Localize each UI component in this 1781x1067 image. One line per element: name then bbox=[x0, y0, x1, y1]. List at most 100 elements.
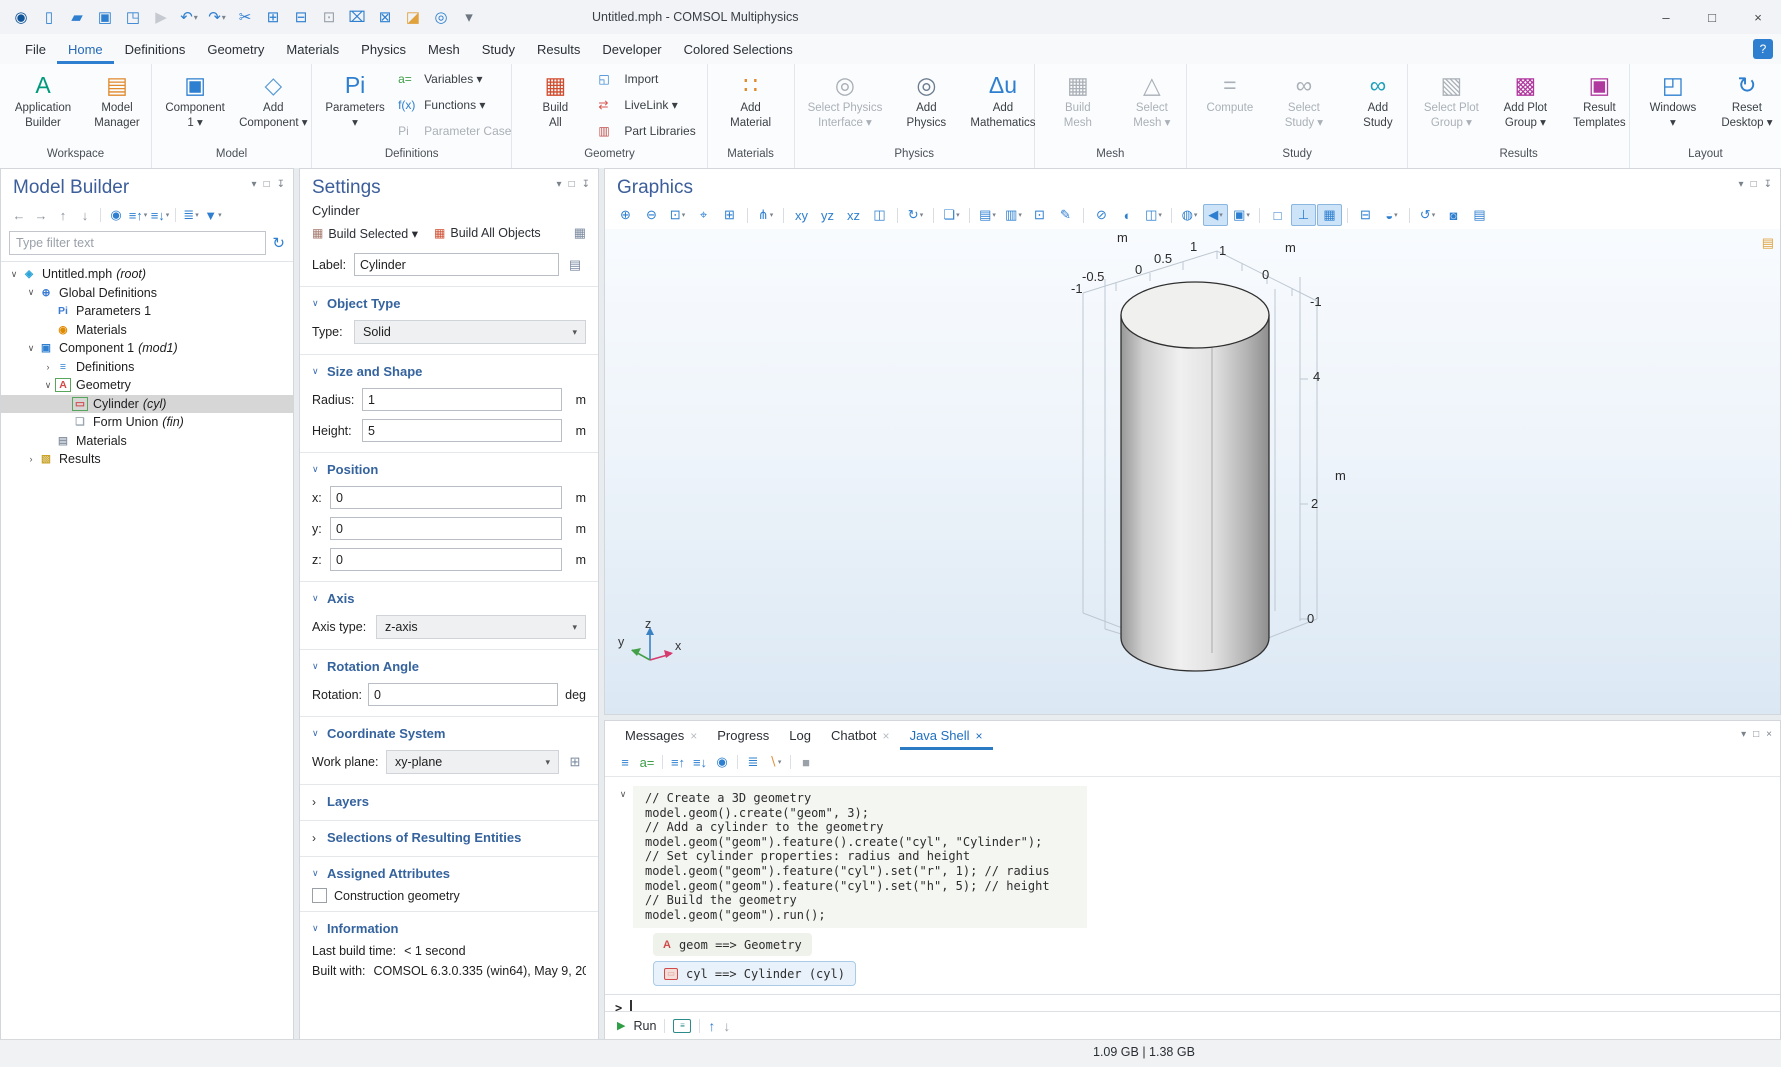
tree-item-geometry[interactable]: ∨ A Geometry bbox=[1, 376, 293, 395]
tree-item-cylinder[interactable]: ▭ Cylinder (cyl) bbox=[1, 395, 293, 414]
menu-materials[interactable]: Materials bbox=[275, 34, 350, 64]
move-up-icon[interactable]: ↑ bbox=[53, 205, 73, 225]
zoom-extents-icon[interactable]: ⌖ bbox=[691, 204, 716, 226]
tree-item-materials-component[interactable]: ▤ Materials bbox=[1, 432, 293, 451]
object-type-select[interactable]: Solid▾ bbox=[354, 320, 586, 344]
float-panel-icon[interactable]: □ bbox=[569, 179, 575, 190]
refresh-icon[interactable]: ↻ bbox=[272, 234, 285, 252]
close-button[interactable]: × bbox=[1735, 0, 1781, 34]
close-icon[interactable]: × bbox=[690, 729, 697, 743]
xy-view-icon[interactable]: xy bbox=[789, 204, 814, 226]
menu-geometry[interactable]: Geometry bbox=[196, 34, 275, 64]
parameters-button[interactable]: PiParameters ▾ bbox=[320, 66, 390, 147]
position-y-input[interactable] bbox=[330, 517, 562, 540]
tree-expander[interactable]: ∨ bbox=[24, 343, 38, 354]
run-icon[interactable]: ▶ bbox=[617, 1019, 625, 1032]
shell-prompt-row[interactable]: > bbox=[605, 994, 1780, 1011]
menu-study[interactable]: Study bbox=[471, 34, 526, 64]
minimize-button[interactable]: – bbox=[1643, 0, 1689, 34]
plot-group-icon[interactable]: ▤▾ bbox=[975, 204, 1000, 226]
hide-labels-icon[interactable]: ⊟ bbox=[1353, 204, 1378, 226]
cut-icon[interactable]: ✂ bbox=[232, 4, 258, 30]
functions-button[interactable]: f(x)Functions ▾ bbox=[394, 92, 515, 118]
menu-home[interactable]: Home bbox=[57, 34, 114, 64]
edit-label-icon[interactable]: ▤ bbox=[564, 254, 586, 276]
forward-icon[interactable]: → bbox=[31, 205, 51, 225]
height-input[interactable] bbox=[362, 419, 562, 442]
fit-window-icon[interactable]: ⊞ bbox=[717, 204, 742, 226]
add-mathematics-button[interactable]: ΔuAdd Mathematics bbox=[965, 66, 1040, 147]
view-orientation-icon[interactable]: ⋔▾ bbox=[753, 204, 778, 226]
tree-filter-input[interactable] bbox=[9, 231, 266, 255]
work-plane-select[interactable]: xy-plane▾ bbox=[386, 750, 559, 774]
radius-input[interactable] bbox=[362, 388, 562, 411]
model-manager-button[interactable]: ▤Model Manager bbox=[82, 66, 152, 147]
application-builder-button[interactable]: AApplication Builder bbox=[8, 66, 78, 147]
back-icon[interactable]: ← bbox=[9, 205, 29, 225]
zoom-box-icon[interactable]: ⊡▾ bbox=[665, 204, 690, 226]
reset-desktop-button[interactable]: ↻Reset Desktop ▾ bbox=[1712, 66, 1781, 147]
livelink-button[interactable]: ⇄LiveLink ▾ bbox=[594, 92, 710, 118]
help-button[interactable]: ? bbox=[1753, 39, 1773, 59]
tree-expander[interactable]: › bbox=[41, 362, 55, 372]
section-axis[interactable]: ∨ Axis bbox=[300, 581, 598, 611]
copy-icon[interactable]: ⊞ bbox=[260, 4, 286, 30]
import-button[interactable]: ◱Import bbox=[594, 66, 710, 92]
section-position[interactable]: ∨ Position bbox=[300, 452, 598, 482]
maximize-button[interactable]: □ bbox=[1689, 0, 1735, 34]
clear-shell-icon[interactable]: ∖▾ bbox=[765, 752, 785, 772]
construction-geometry-checkbox[interactable] bbox=[312, 888, 327, 903]
position-z-input[interactable] bbox=[330, 548, 562, 571]
customize-icon[interactable]: ▾ bbox=[456, 4, 482, 30]
tree-item-global-definitions[interactable]: ∨ ⊕ Global Definitions bbox=[1, 284, 293, 303]
parameter-case-button[interactable]: PiParameter Case bbox=[394, 118, 515, 144]
tree-item-component-1[interactable]: ∨ ▣ Component 1 (mod1) bbox=[1, 339, 293, 358]
preview-icon[interactable]: ◎ bbox=[428, 4, 454, 30]
pin-panel-icon[interactable]: ↧ bbox=[582, 179, 590, 190]
scene-light-icon[interactable]: ◍▾ bbox=[1177, 204, 1202, 226]
close-icon[interactable]: × bbox=[883, 729, 890, 743]
print-icon[interactable]: ▤ bbox=[1467, 204, 1492, 226]
tab-chatbot[interactable]: Chatbot × bbox=[821, 721, 900, 750]
wrap-lines-icon[interactable]: ≣ bbox=[743, 752, 763, 772]
expand-all-icon[interactable]: ≡↑ bbox=[668, 752, 688, 772]
menu-mesh[interactable]: Mesh bbox=[417, 34, 471, 64]
hide-objects-icon[interactable]: ⊘ bbox=[1089, 204, 1114, 226]
save-as-icon[interactable]: ◳ bbox=[120, 4, 146, 30]
duplicate-icon[interactable]: ⊡ bbox=[316, 4, 342, 30]
select-plot-group-button[interactable]: ▧Select Plot Group ▾ bbox=[1416, 66, 1486, 147]
label-input[interactable] bbox=[354, 253, 559, 276]
run-button[interactable]: Run bbox=[633, 1019, 656, 1033]
component-1-button[interactable]: ▣Component 1 ▾ bbox=[160, 66, 230, 147]
section-rotation-angle[interactable]: ∨ Rotation Angle bbox=[300, 649, 598, 679]
menu-results[interactable]: Results bbox=[526, 34, 591, 64]
previous-command-icon[interactable]: ↑ bbox=[708, 1018, 715, 1034]
save-icon[interactable]: ▣ bbox=[92, 4, 118, 30]
yz-view-icon[interactable]: yz bbox=[815, 204, 840, 226]
select-mesh-button[interactable]: △Select Mesh ▾ bbox=[1117, 66, 1187, 147]
move-down-icon[interactable]: ↓ bbox=[75, 205, 95, 225]
show-icon[interactable]: ◉ bbox=[106, 205, 126, 225]
menu-file[interactable]: File bbox=[14, 34, 57, 64]
console-icon[interactable]: ≡ bbox=[673, 1019, 691, 1033]
add-study-button[interactable]: ∞Add Study bbox=[1343, 66, 1413, 147]
add-material-button[interactable]: ∷Add Material bbox=[716, 66, 786, 147]
section-coordinate-system[interactable]: ∨ Coordinate System bbox=[300, 716, 598, 746]
app-icon[interactable]: ◉ bbox=[8, 4, 34, 30]
select-region-icon[interactable]: ⊠ bbox=[372, 4, 398, 30]
build-list-icon[interactable]: ▦ bbox=[574, 225, 586, 241]
pin-panel-icon[interactable]: ↧ bbox=[1764, 179, 1772, 190]
delete-icon[interactable]: ⌧ bbox=[344, 4, 370, 30]
section-object-type[interactable]: ∨ Object Type bbox=[300, 286, 598, 316]
tree-item-results[interactable]: › ▧ Results bbox=[1, 450, 293, 469]
variables-button[interactable]: a=Variables ▾ bbox=[394, 66, 515, 92]
open-icon[interactable]: ▰ bbox=[64, 4, 90, 30]
undo-icon[interactable]: ↶▾ bbox=[176, 4, 202, 30]
command-declarations-icon[interactable]: ≡ bbox=[615, 752, 635, 772]
rotate-view-icon[interactable]: ↻▾ bbox=[903, 204, 928, 226]
collapse-all-icon[interactable]: ≡↓▾ bbox=[150, 205, 170, 225]
transparency-icon[interactable]: ◐ bbox=[1115, 204, 1140, 226]
menu-definitions[interactable]: Definitions bbox=[114, 34, 197, 64]
clear-selection-icon[interactable]: ◪ bbox=[400, 4, 426, 30]
panel-menu-icon[interactable]: ▾ bbox=[1741, 729, 1746, 740]
